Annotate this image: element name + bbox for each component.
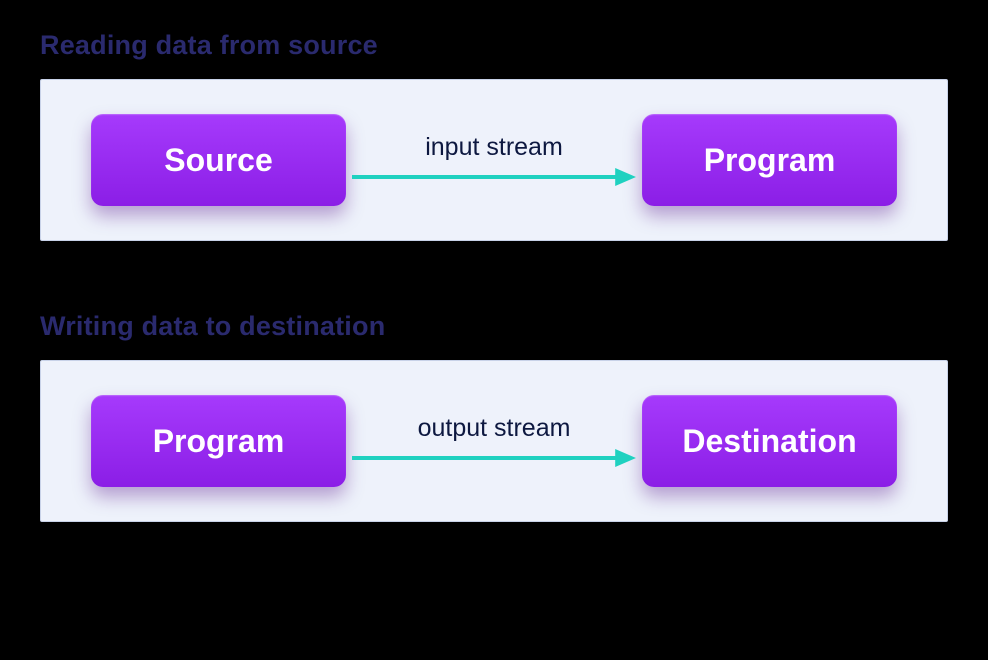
writing-section: Writing data to destination Program outp… — [40, 311, 948, 522]
reading-section: Reading data from source Source input st… — [40, 30, 948, 241]
destination-node: Destination — [642, 395, 897, 487]
arrow-right-icon — [352, 447, 636, 469]
writing-panel: Program output stream Destination — [40, 360, 948, 522]
reading-panel: Source input stream Program — [40, 79, 948, 241]
arrow-right-icon — [352, 166, 636, 188]
input-stream-arrow-wrap: input stream — [346, 133, 642, 188]
output-stream-arrow-wrap: output stream — [346, 414, 642, 469]
program-node-writing: Program — [91, 395, 346, 487]
program-node-reading: Program — [642, 114, 897, 206]
writing-title: Writing data to destination — [40, 311, 948, 342]
input-stream-label: input stream — [425, 133, 563, 162]
output-stream-label: output stream — [418, 414, 571, 443]
source-node: Source — [91, 114, 346, 206]
reading-title: Reading data from source — [40, 30, 948, 61]
